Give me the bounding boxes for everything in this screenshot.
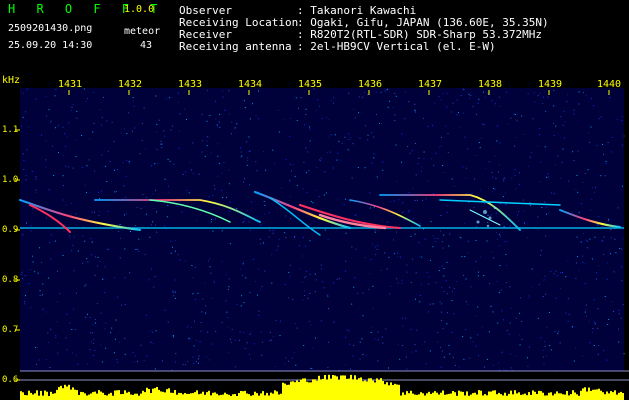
spectrogram	[15, 88, 629, 400]
hrofft-window: H R O F F T 1.0.0 2509201430.png meteor …	[0, 0, 629, 400]
y-tick-marks	[15, 129, 20, 381]
level-histogram	[20, 374, 624, 400]
spectrum-background	[20, 88, 624, 371]
